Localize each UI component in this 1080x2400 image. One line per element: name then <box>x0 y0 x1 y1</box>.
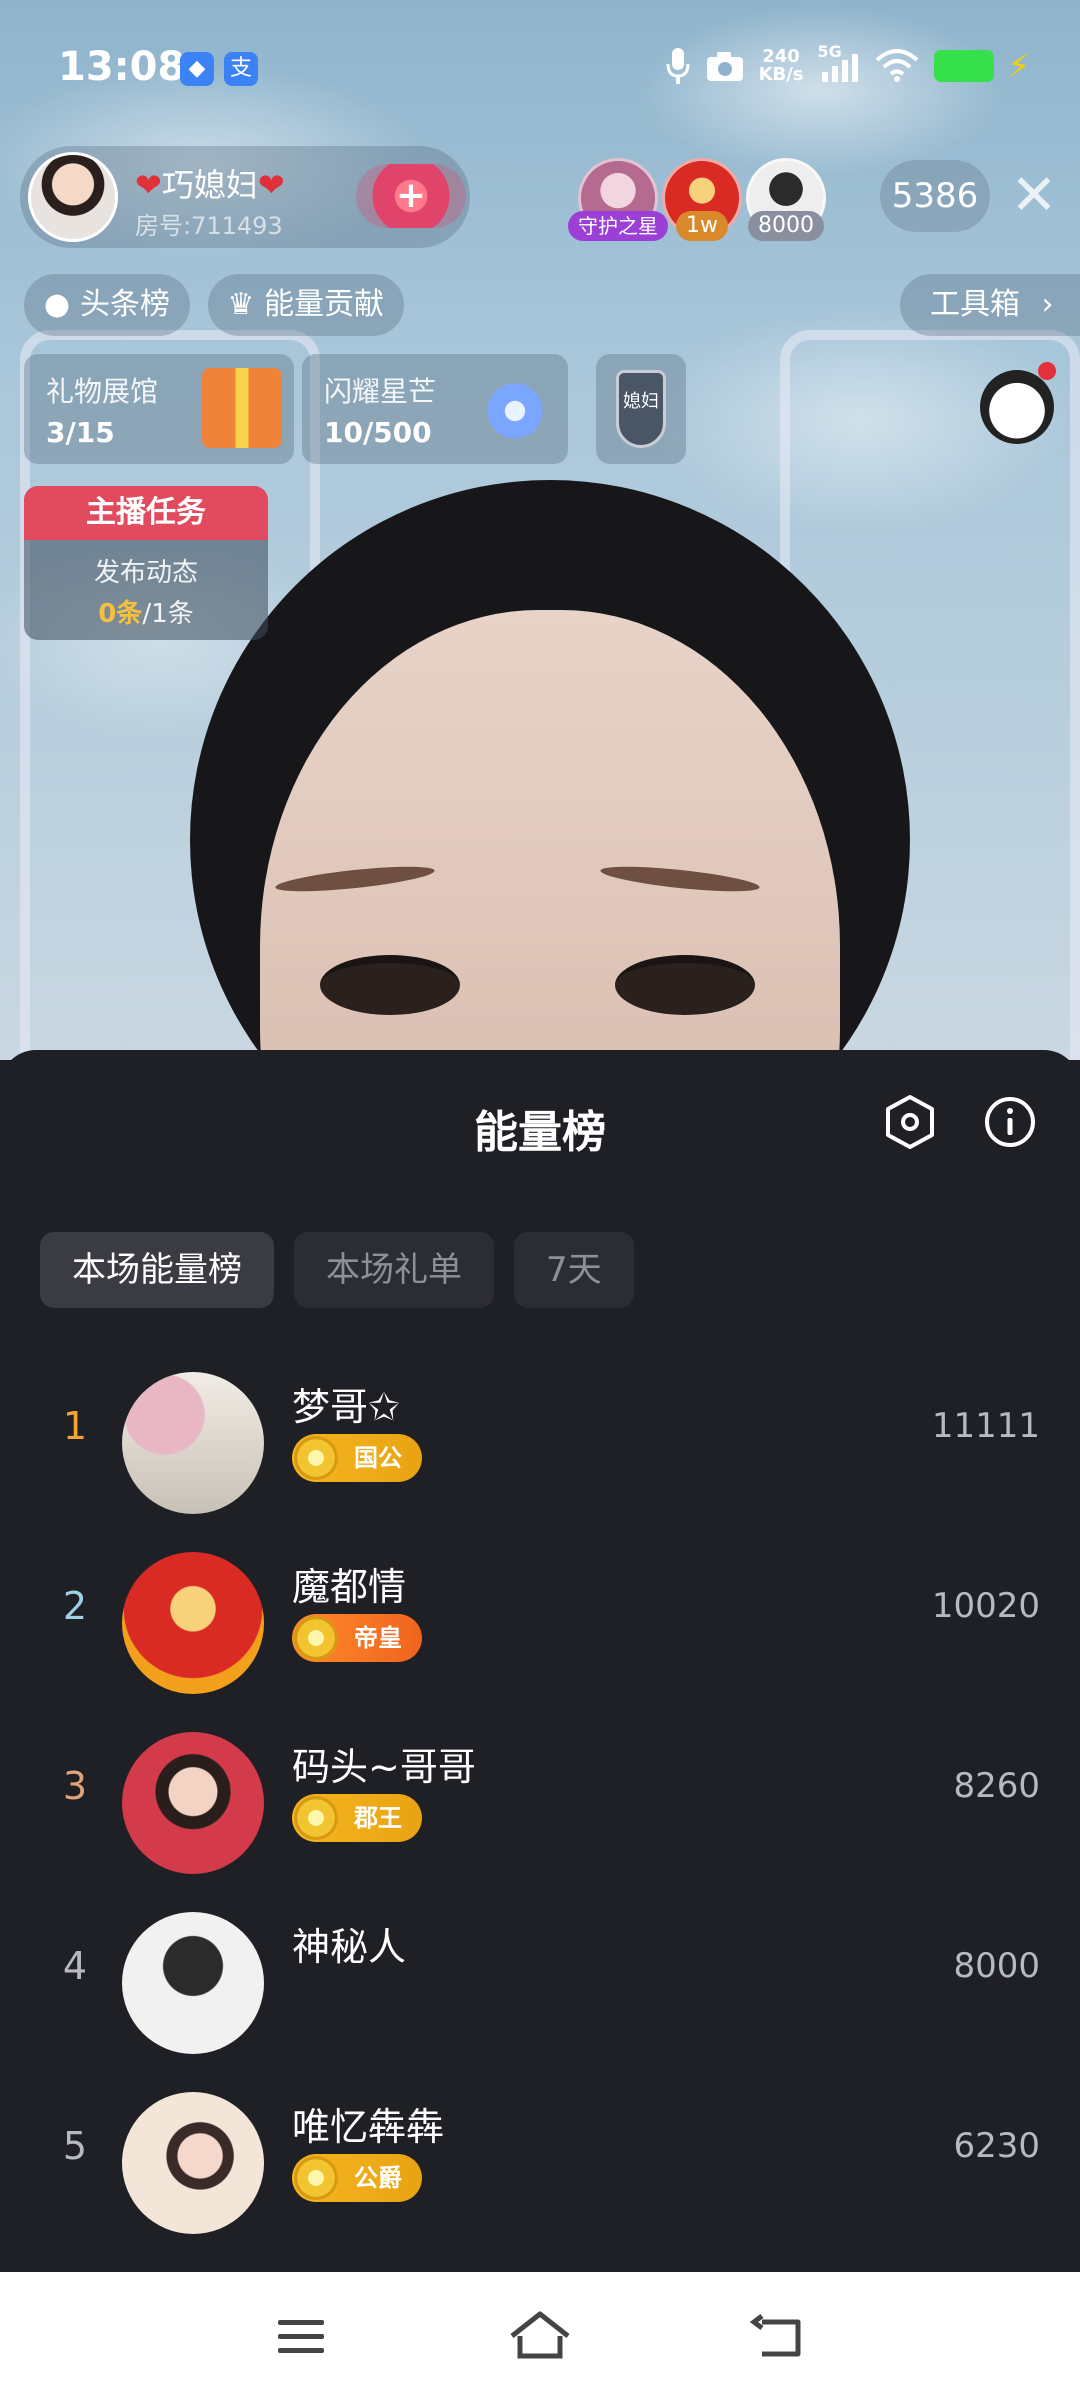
crown-icon: ♛ <box>227 287 255 322</box>
panda-pet-icon[interactable] <box>980 370 1054 444</box>
energy-score: 6230 <box>953 2126 1040 2166</box>
user-name: 梦哥✩ <box>292 1385 400 1429</box>
alipay-icon: 支 <box>224 52 258 86</box>
energy-score: 11111 <box>931 1406 1040 1446</box>
task-total: /1条 <box>142 599 194 629</box>
flame-icon: ● <box>43 287 71 322</box>
system-nav-bar <box>0 2272 1080 2400</box>
chevron-right-icon: › <box>1041 287 1054 322</box>
viewer-count[interactable]: 5386 <box>880 160 990 232</box>
energy-score: 8000 <box>953 1946 1040 1986</box>
menu-icon[interactable] <box>260 2302 340 2372</box>
fan-badge: 1w <box>676 211 728 241</box>
fan-badge: 守护之星 <box>568 211 668 241</box>
user-avatar[interactable] <box>122 1372 264 1514</box>
streamer-eye <box>615 955 755 1015</box>
battery-icon <box>933 50 994 82</box>
charging-icon: ⚡ <box>1007 47 1030 85</box>
tab-current-gifts[interactable]: 本场礼单 <box>294 1232 494 1308</box>
tile-title: 礼物展馆 <box>46 375 159 408</box>
task-done: 0条 <box>98 599 143 629</box>
user-avatar[interactable] <box>122 1552 264 1694</box>
toolbox-label: 工具箱 <box>930 287 1020 322</box>
host-card[interactable]: ❤巧媳妇❤ 房号:711493 + <box>20 146 470 248</box>
rank-number: 1 <box>62 1404 88 1448</box>
energy-score: 10020 <box>931 1586 1040 1626</box>
gift-box-icon <box>202 368 282 448</box>
heart-icon: ❤ <box>257 166 285 204</box>
home-icon[interactable] <box>500 2302 580 2372</box>
ranking-row[interactable]: 5 唯忆犇犇公爵 6230 <box>0 2072 1080 2252</box>
network-speed-unit: KB/s <box>758 64 804 85</box>
task-progress: 0条/1条 <box>24 593 268 630</box>
camera-icon <box>706 52 743 81</box>
ranking-row[interactable]: 2 魔都情帝皇 10020 <box>0 1532 1080 1712</box>
tile-value: 10/500 <box>324 416 432 449</box>
headline-rank-button[interactable]: ● 头条榜 <box>24 274 190 336</box>
user-avatar[interactable] <box>122 1732 264 1874</box>
rank-number: 3 <box>62 1764 88 1808</box>
room-id: 房号:711493 <box>135 212 283 240</box>
tile-title: 闪耀星芒 <box>324 375 437 408</box>
clock: 13:08 <box>58 44 186 90</box>
energy-contribution-button[interactable]: ♛ 能量贡献 <box>208 274 404 336</box>
host-avatar[interactable] <box>28 152 118 242</box>
user-name: 魔都情 <box>292 1565 407 1609</box>
host-name: ❤巧媳妇❤ <box>135 160 285 206</box>
status-bar: 13:08 ◆ 支 240 KB/s 5G ⚡ <box>0 0 1080 140</box>
rank-number: 4 <box>62 1944 88 1988</box>
task-description: 发布动态 <box>93 558 198 588</box>
ranking-tabs: 本场能量榜 本场礼单 7天 <box>40 1232 634 1308</box>
toolbox-button[interactable]: 工具箱 › <box>900 274 1080 336</box>
user-name: 码头~哥哥 <box>292 1745 476 1789</box>
heart-icon: ❤ <box>135 166 162 204</box>
tab-7-days[interactable]: 7天 <box>514 1232 634 1308</box>
user-avatar[interactable] <box>122 1912 264 2054</box>
energy-contribution-label: 能量贡献 <box>264 287 384 322</box>
fan-badge: 8000 <box>748 211 824 241</box>
energy-score: 8260 <box>953 1766 1040 1806</box>
fan-club-shield[interactable]: 媳妇 <box>596 354 686 464</box>
noble-badge: 国公 <box>292 1434 422 1482</box>
app-notification-icon: ◆ <box>180 52 214 86</box>
host-task-card[interactable]: 主播任务 发布动态 0条/1条 <box>24 486 268 640</box>
rank-number: 5 <box>62 2124 88 2168</box>
user-avatar[interactable] <box>122 2092 264 2234</box>
close-icon[interactable]: ✕ <box>1004 160 1064 232</box>
signal-icon: 5G <box>818 42 860 84</box>
headline-rank-label: 头条榜 <box>80 287 170 322</box>
info-icon[interactable] <box>980 1092 1040 1152</box>
tile-value: 3/15 <box>46 416 115 449</box>
noble-badge: 郡王 <box>292 1794 422 1842</box>
user-name: 唯忆犇犇 <box>292 2105 445 2149</box>
follow-button[interactable]: + <box>356 164 466 228</box>
energy-ranking-sheet: 能量榜 本场能量榜 本场礼单 7天 1 梦哥✩ 国公 11111 2 魔都情 帝皇 10020… <box>0 1050 1080 2272</box>
top-fan-avatar[interactable]: 8000 <box>746 158 826 241</box>
top-fan-avatar[interactable]: 1w <box>662 158 742 241</box>
notification-dot <box>1038 362 1056 380</box>
rank-number: 2 <box>62 1584 88 1628</box>
top-fan-avatar[interactable]: 守护之星 <box>568 158 668 241</box>
wifi-icon <box>875 49 918 82</box>
shield-icon: 媳妇 <box>616 370 666 448</box>
user-name: 神秘人 <box>292 1925 407 1969</box>
host-name-text: 巧媳妇 <box>161 166 258 204</box>
task-header: 主播任务 <box>24 486 268 540</box>
streamer-eye <box>320 955 460 1015</box>
star-gem-icon <box>465 361 565 461</box>
ranking-row[interactable]: 4 神秘人 8000 <box>0 1892 1080 2072</box>
tab-current-energy[interactable]: 本场能量榜 <box>40 1232 274 1308</box>
mic-icon <box>666 48 690 84</box>
network-speed: 240 KB/s <box>759 48 804 84</box>
ranking-row[interactable]: 1 梦哥✩ 国公 11111 <box>0 1352 1080 1532</box>
shining-star-tile[interactable]: 闪耀星芒 10/500 <box>302 354 568 464</box>
gift-gallery-tile[interactable]: 礼物展馆 3/15 <box>24 354 294 464</box>
back-icon[interactable] <box>740 2302 820 2372</box>
ranking-row[interactable]: 3 码头~哥哥郡王 8260 <box>0 1712 1080 1892</box>
noble-badge: 公爵 <box>292 2154 422 2202</box>
settings-hexagon-icon[interactable] <box>880 1092 940 1152</box>
noble-badge: 帝皇 <box>292 1614 422 1662</box>
